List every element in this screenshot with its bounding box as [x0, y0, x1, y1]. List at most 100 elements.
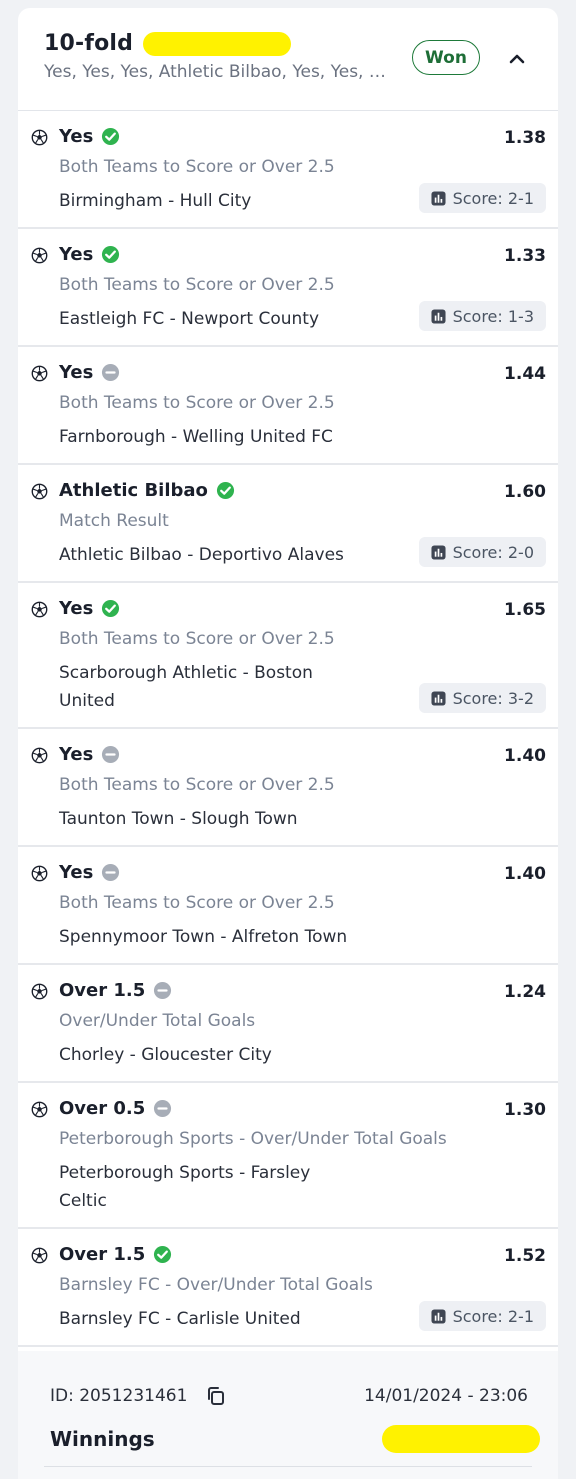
minus-circle-icon	[102, 363, 120, 381]
status-badge: Won	[412, 40, 480, 75]
football-icon	[31, 483, 48, 500]
bet-leg: Yes 1.40 Both Teams to Score or Over 2.5…	[18, 847, 558, 965]
copy-icon[interactable]	[205, 1385, 227, 1407]
market-name: Both Teams to Score or Over 2.5	[59, 275, 335, 295]
odds-value: 1.60	[504, 482, 546, 502]
football-icon	[31, 1247, 48, 1264]
check-circle-icon	[154, 1245, 172, 1263]
football-icon	[31, 865, 48, 882]
selections-summary: Yes, Yes, Yes, Athletic Bilbao, Yes, Yes…	[44, 62, 386, 82]
event-name: Spennymoor Town - Alfreton Town	[59, 927, 348, 947]
stats-chart-icon	[431, 1308, 446, 1324]
selection-row: Yes	[59, 743, 546, 765]
score-text: Score: 2-0	[452, 542, 534, 562]
bet-id-wrap: ID: 2051231461	[50, 1385, 227, 1407]
selection-name: Over 1.5	[59, 1243, 146, 1265]
football-icon	[31, 983, 48, 1000]
legs-list: Yes 1.38 Both Teams to Score or Over 2.5…	[18, 111, 558, 1347]
selection-name: Yes	[59, 597, 94, 619]
selection-name: Yes	[59, 361, 94, 383]
winnings-label: Winnings	[50, 1427, 155, 1451]
selection-row: Athletic Bilbao	[59, 479, 546, 501]
stats-chart-icon	[431, 308, 446, 324]
score-text: Score: 2-1	[452, 188, 534, 208]
football-icon	[31, 365, 48, 382]
collapse-button[interactable]	[504, 46, 530, 72]
event-name: Farnborough - Welling United FC	[59, 427, 333, 447]
score-button[interactable]: Score: 2-1	[418, 183, 546, 213]
stats-chart-icon	[431, 690, 446, 706]
market-name: Both Teams to Score or Over 2.5	[59, 393, 335, 413]
selection-row: Yes	[59, 125, 546, 147]
title-row: 10-fold	[44, 31, 292, 56]
bet-meta-row: ID: 2051231461 14/01/2024 - 23:06	[50, 1385, 528, 1407]
check-circle-icon	[102, 245, 120, 263]
minus-circle-icon	[102, 745, 120, 763]
football-icon	[31, 601, 48, 618]
score-button[interactable]: Score: 2-1	[418, 1301, 546, 1331]
minus-circle-icon	[102, 863, 120, 881]
score-button[interactable]: Score: 2-0	[418, 537, 546, 567]
event-name: Peterborough Sports - Farsley Celtic	[59, 1163, 311, 1211]
selection-row: Over 1.5	[59, 979, 546, 1001]
selection-name: Athletic Bilbao	[59, 479, 208, 501]
score-text: Score: 1-3	[452, 306, 534, 326]
bet-leg: Yes 1.40 Both Teams to Score or Over 2.5…	[18, 729, 558, 847]
odds-value: 1.44	[504, 364, 546, 384]
selection-name: Yes	[59, 743, 94, 765]
stats-chart-icon	[431, 544, 446, 560]
chevron-up-icon	[509, 54, 525, 64]
check-circle-icon	[216, 481, 234, 499]
event-name: Eastleigh FC - Newport County	[59, 309, 320, 329]
bet-leg: Over 0.5 1.30 Peterborough Sports - Over…	[18, 1083, 558, 1229]
bet-leg: Yes 1.38 Both Teams to Score or Over 2.5…	[18, 111, 558, 229]
market-name: Both Teams to Score or Over 2.5	[59, 893, 335, 913]
redaction-mark	[143, 31, 292, 56]
check-circle-icon	[102, 127, 120, 145]
event-name: Scarborough Athletic - Boston United	[59, 663, 313, 711]
selection-name: Yes	[59, 861, 94, 883]
score-text: Score: 2-1	[452, 1306, 534, 1326]
event-name: Athletic Bilbao - Deportivo Alaves	[59, 545, 344, 565]
odds-value: 1.40	[504, 864, 546, 884]
minus-circle-icon	[154, 1099, 172, 1117]
stats-chart-icon	[431, 190, 446, 206]
market-name: Over/Under Total Goals	[59, 1011, 256, 1031]
selection-row: Over 0.5	[59, 1097, 546, 1119]
bet-leg: Over 1.5 1.52 Barnsley FC - Over/Under T…	[18, 1229, 558, 1347]
market-name: Match Result	[59, 511, 169, 531]
selection-row: Yes	[59, 861, 546, 883]
event-name: Barnsley FC - Carlisle United	[59, 1309, 301, 1329]
bet-header[interactable]: 10-fold Yes, Yes, Yes, Athletic Bilbao, …	[18, 8, 558, 111]
selection-name: Yes	[59, 243, 94, 265]
selection-row: Yes	[59, 243, 546, 265]
odds-value: 1.30	[504, 1100, 546, 1120]
bet-leg: Yes 1.44 Both Teams to Score or Over 2.5…	[18, 347, 558, 465]
minus-circle-icon	[154, 981, 172, 999]
bet-leg: Athletic Bilbao 1.60 Match Result Athlet…	[18, 465, 558, 583]
selection-row: Yes	[59, 597, 546, 619]
football-icon	[31, 129, 48, 146]
odds-value: 1.65	[504, 600, 546, 620]
odds-value: 1.33	[504, 246, 546, 266]
redaction-mark	[382, 1425, 540, 1453]
selection-row: Yes	[59, 361, 546, 383]
market-name: Barnsley FC - Over/Under Total Goals	[59, 1275, 373, 1295]
event-name: Chorley - Gloucester City	[59, 1045, 272, 1065]
bet-card: 10-fold Yes, Yes, Yes, Athletic Bilbao, …	[18, 8, 558, 1479]
bet-id: ID: 2051231461	[50, 1386, 188, 1406]
event-name: Birmingham - Hull City	[59, 191, 252, 211]
score-button[interactable]: Score: 3-2	[418, 683, 546, 713]
bet-datetime: 14/01/2024 - 23:06	[364, 1386, 528, 1406]
winnings-row: Winnings	[50, 1425, 540, 1453]
market-name: Peterborough Sports - Over/Under Total G…	[59, 1129, 447, 1149]
score-button[interactable]: Score: 1-3	[418, 301, 546, 331]
bet-title: 10-fold	[44, 31, 134, 56]
bet-leg: Yes 1.65 Both Teams to Score or Over 2.5…	[18, 583, 558, 729]
football-icon	[31, 1101, 48, 1118]
odds-value: 1.52	[504, 1246, 546, 1266]
divider	[44, 1466, 532, 1467]
odds-value: 1.24	[504, 982, 546, 1002]
bet-leg: Over 1.5 1.24 Over/Under Total Goals Cho…	[18, 965, 558, 1083]
selection-name: Over 1.5	[59, 979, 146, 1001]
